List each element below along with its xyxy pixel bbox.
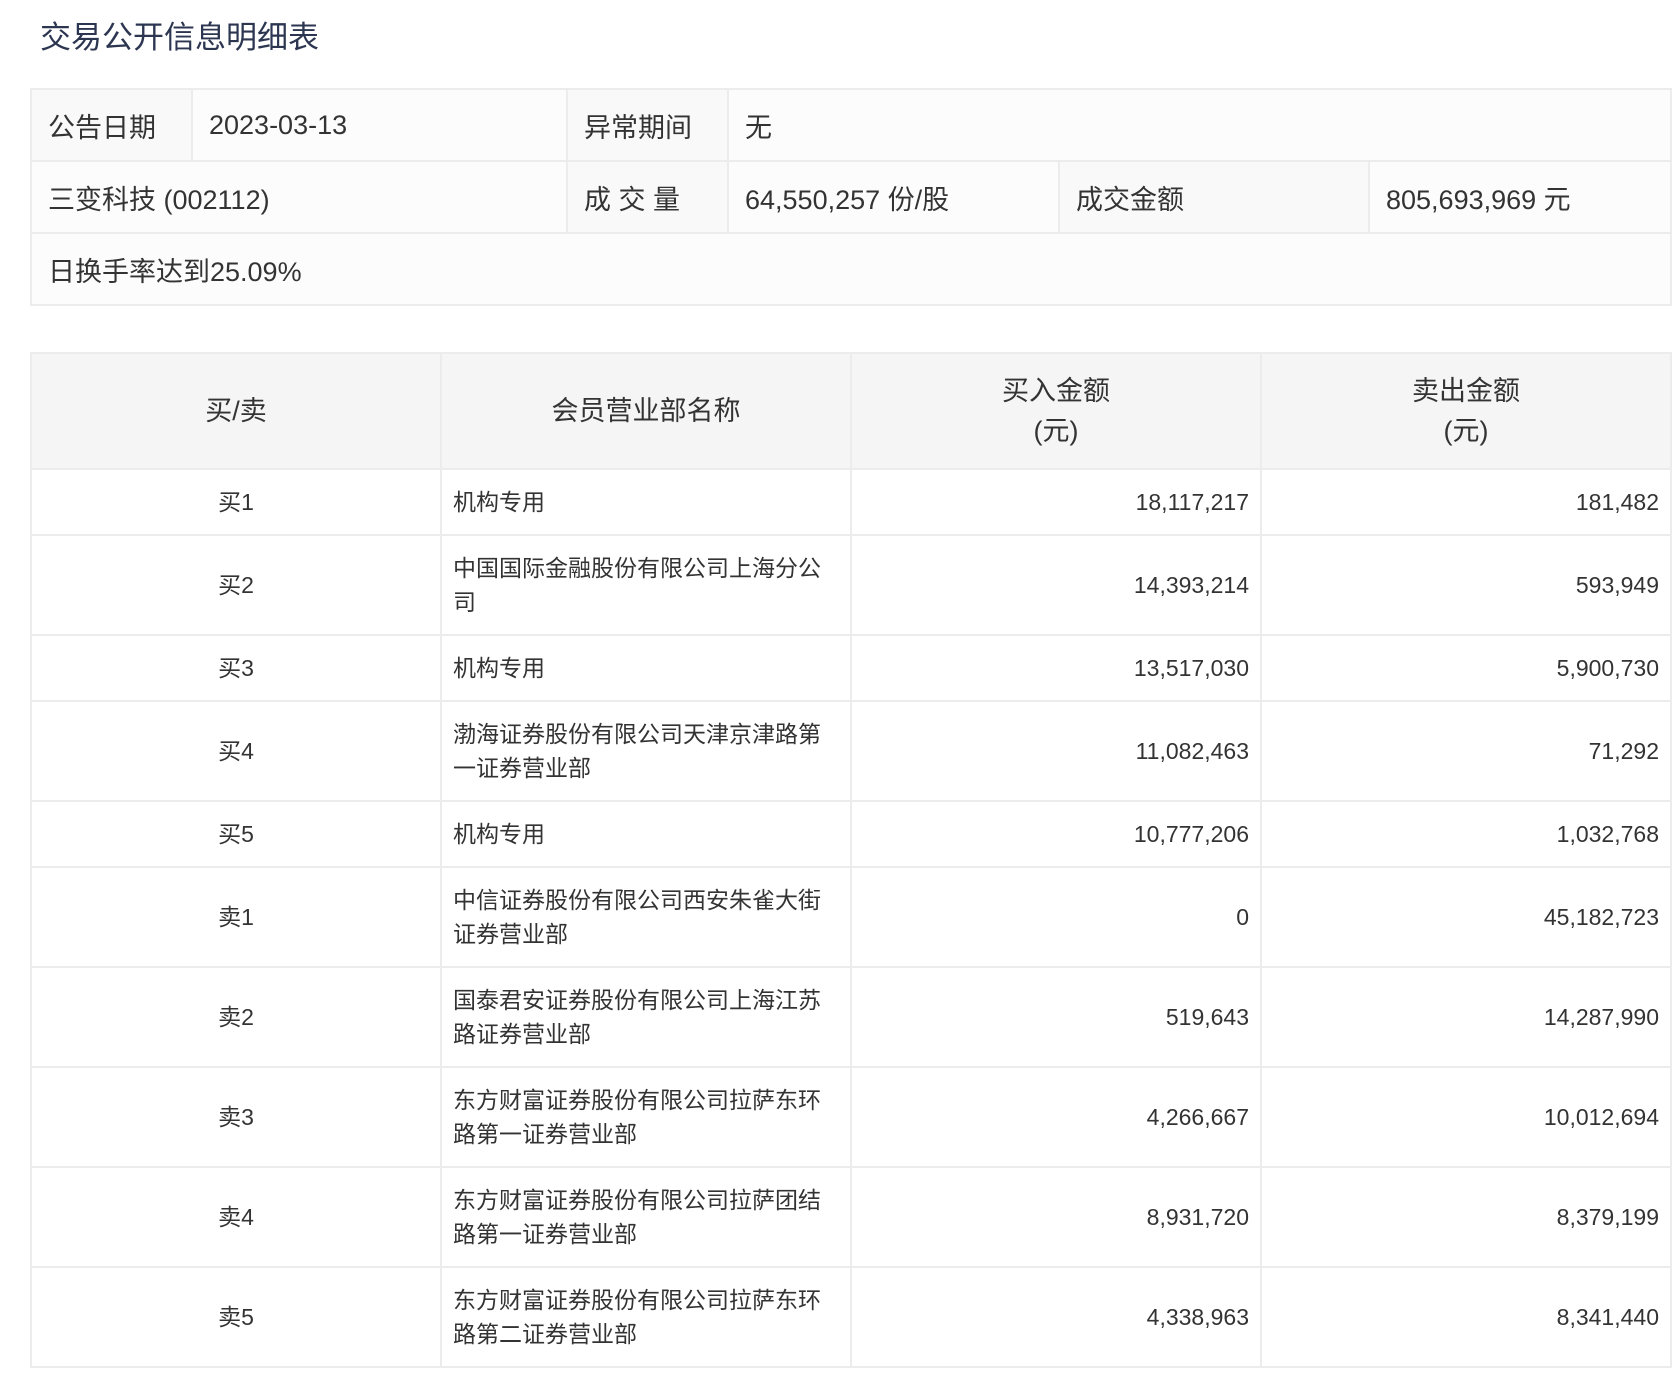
row-side: 买3 xyxy=(30,634,442,702)
row-buy-amount: 10,777,206 xyxy=(850,800,1262,868)
row-side: 买1 xyxy=(30,468,442,536)
row-sell-amount: 8,341,440 xyxy=(1260,1266,1672,1368)
row-sell-amount: 1,032,768 xyxy=(1260,800,1672,868)
table-row: 买5 机构专用 10,777,206 1,032,768 xyxy=(30,800,1672,868)
row-side: 卖3 xyxy=(30,1066,442,1168)
row-buy-amount: 519,643 xyxy=(850,966,1262,1068)
row-member-name: 东方财富证券股份有限公司拉萨东环路第一证券营业部 xyxy=(440,1066,852,1168)
table-row: 卖1 中信证券股份有限公司西安朱雀大街证券营业部 0 45,182,723 xyxy=(30,866,1672,968)
row-member-name: 中国国际金融股份有限公司上海分公司 xyxy=(440,534,852,636)
row-sell-amount: 5,900,730 xyxy=(1260,634,1672,702)
row-buy-amount: 14,393,214 xyxy=(850,534,1262,636)
row-member-name: 中信证券股份有限公司西安朱雀大街证券营业部 xyxy=(440,866,852,968)
table-row: 买3 机构专用 13,517,030 5,900,730 xyxy=(30,634,1672,702)
header-sell: 卖出金额 (元) xyxy=(1260,352,1672,470)
row-buy-amount: 11,082,463 xyxy=(850,700,1262,802)
table-row: 卖3 东方财富证券股份有限公司拉萨东环路第一证券营业部 4,266,667 10,01… xyxy=(30,1066,1672,1168)
row-sell-amount: 8,379,199 xyxy=(1260,1166,1672,1268)
row-member-name: 机构专用 xyxy=(440,634,852,702)
row-member-name: 国泰君安证券股份有限公司上海江苏路证券营业部 xyxy=(440,966,852,1068)
row-sell-amount: 14,287,990 xyxy=(1260,966,1672,1068)
amount-label: 成交金额 xyxy=(1058,160,1370,234)
row-side: 卖4 xyxy=(30,1166,442,1268)
row-member-name: 东方财富证券股份有限公司拉萨团结路第一证券营业部 xyxy=(440,1166,852,1268)
row-buy-amount: 13,517,030 xyxy=(850,634,1262,702)
page-title: 交易公开信息明细表 xyxy=(40,20,319,55)
volume-label: 成 交 量 xyxy=(566,160,729,234)
table-row: 卖4 东方财富证券股份有限公司拉萨团结路第一证券营业部 8,931,720 8,379… xyxy=(30,1166,1672,1268)
trading-detail-table: 买/卖 会员营业部名称 买入金额 (元) 卖出金额 (元) 买1 机构专用 18,117… xyxy=(30,352,1672,1368)
row-buy-amount: 4,338,963 xyxy=(850,1266,1262,1368)
row-member-name: 东方财富证券股份有限公司拉萨东环路第二证券营业部 xyxy=(440,1266,852,1368)
header-side: 买/卖 xyxy=(30,352,442,470)
date-label: 公告日期 xyxy=(30,88,193,162)
row-buy-amount: 4,266,667 xyxy=(850,1066,1262,1168)
row-sell-amount: 45,182,723 xyxy=(1260,866,1672,968)
row-sell-amount: 181,482 xyxy=(1260,468,1672,536)
table-row: 买2 中国国际金融股份有限公司上海分公司 14,393,214 593,949 xyxy=(30,534,1672,636)
row-member-name: 机构专用 xyxy=(440,468,852,536)
volume-value: 64,550,257 份/股 xyxy=(727,160,1060,234)
row-side: 卖2 xyxy=(30,966,442,1068)
row-member-name: 渤海证券股份有限公司天津京津路第一证券营业部 xyxy=(440,700,852,802)
table-header: 买/卖 会员营业部名称 买入金额 (元) 卖出金额 (元) xyxy=(30,352,1672,470)
row-side: 卖1 xyxy=(30,866,442,968)
date-value: 2023-03-13 xyxy=(191,88,568,162)
stock-name: 三变科技 (002112) xyxy=(30,160,568,234)
row-sell-amount: 71,292 xyxy=(1260,700,1672,802)
table-row: 卖5 东方财富证券股份有限公司拉萨东环路第二证券营业部 4,338,963 8,341… xyxy=(30,1266,1672,1368)
row-member-name: 机构专用 xyxy=(440,800,852,868)
row-buy-amount: 8,931,720 xyxy=(850,1166,1262,1268)
row-side: 买2 xyxy=(30,534,442,636)
header-name: 会员营业部名称 xyxy=(440,352,852,470)
table-row: 卖2 国泰君安证券股份有限公司上海江苏路证券营业部 519,643 14,287,99… xyxy=(30,966,1672,1068)
reason-text: 日换手率达到25.09% xyxy=(29,232,1673,306)
table-row: 买4 渤海证券股份有限公司天津京津路第一证券营业部 11,082,463 71,292 xyxy=(30,700,1672,802)
amount-value: 805,693,969 元 xyxy=(1367,160,1673,234)
row-side: 卖5 xyxy=(30,1266,442,1368)
table-row: 买1 机构专用 18,117,217 181,482 xyxy=(30,468,1672,536)
period-label: 异常期间 xyxy=(566,88,729,162)
row-buy-amount: 0 xyxy=(850,866,1262,968)
summary-table: 公告日期 2023-03-13 异常期间 无 三变科技 (002112) 成 交… xyxy=(29,88,1673,306)
period-value: 无 xyxy=(726,88,1673,162)
header-buy: 买入金额 (元) xyxy=(850,352,1262,470)
row-sell-amount: 10,012,694 xyxy=(1260,1066,1672,1168)
row-sell-amount: 593,949 xyxy=(1260,534,1672,636)
row-side: 买4 xyxy=(30,700,442,802)
row-buy-amount: 18,117,217 xyxy=(850,468,1262,536)
row-side: 买5 xyxy=(30,800,442,868)
